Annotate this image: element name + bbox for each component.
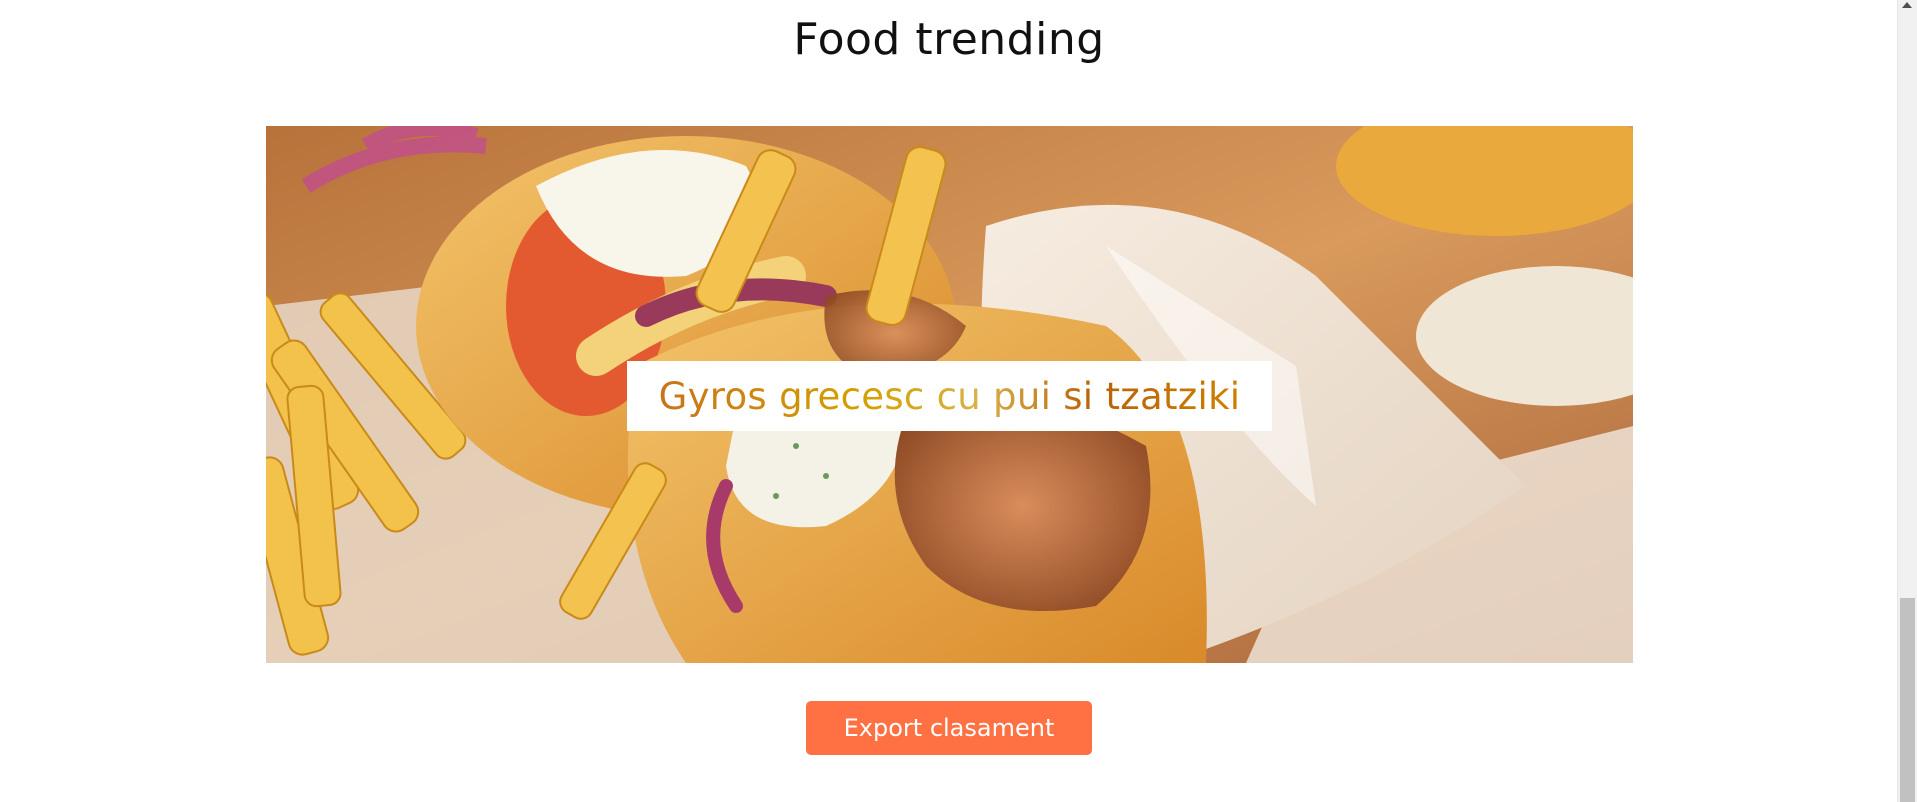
scroll-up-arrow-icon[interactable] (1902, 2, 1912, 8)
vertical-scrollbar[interactable] (1897, 0, 1917, 802)
featured-caption: Gyros grecesc cu pui si tzatziki (658, 374, 1241, 418)
export-ranking-button[interactable]: Export clasament (806, 701, 1092, 755)
featured-food-image: Gyros grecesc cu pui si tzatziki (266, 126, 1633, 663)
section-title: Food trending (793, 14, 1105, 65)
scrollbar-thumb[interactable] (1900, 598, 1915, 802)
featured-caption-box: Gyros grecesc cu pui si tzatziki (627, 361, 1272, 431)
page: Food trending Gyros grecesc cu pui si tz… (0, 0, 1917, 802)
